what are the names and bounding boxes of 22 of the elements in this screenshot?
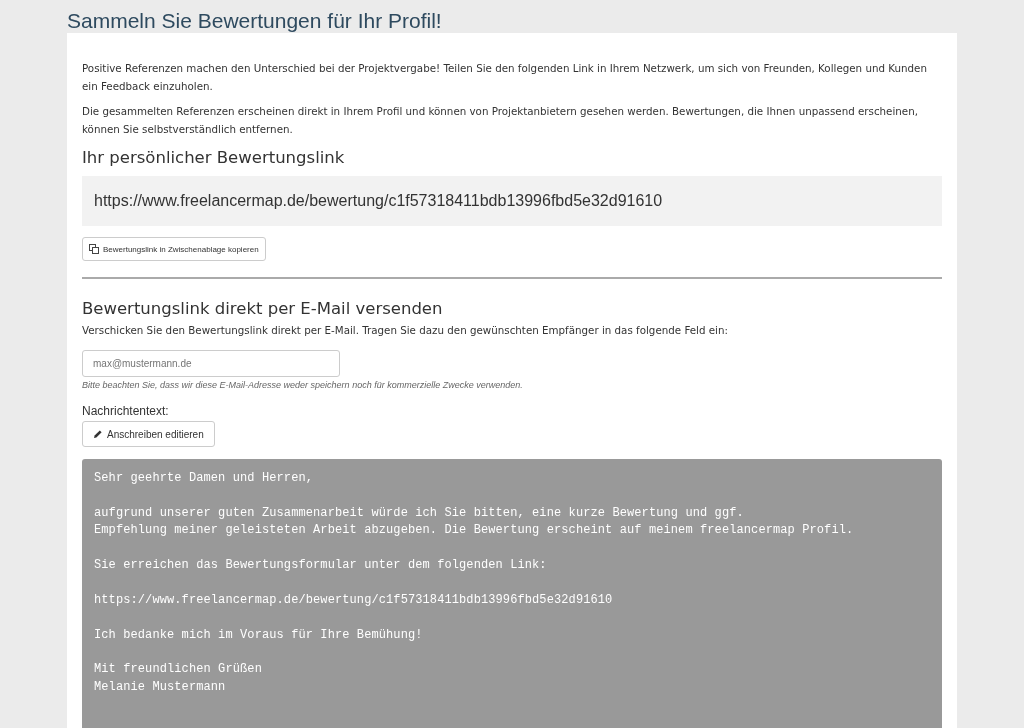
section-heading: Bewertungslink direkt per E-Mail versenden (82, 299, 444, 318)
copy-link-button[interactable]: Bewertungslink in Zwischenablage kopieren (82, 237, 266, 261)
intro-paragraph: Positive Referenzen machen den Unterschied bei der Projektvergabe! Teilen Sie den folgenden Link in Ihrem Netzwerk, um sich von Freunden, Kollegen und Kunden ein Feedback einzuholen. (82, 61, 928, 94)
message-line: Sehr geehrte Damen und Herren, (94, 470, 314, 487)
section-heading: Ihr persönlicher Bewertungslink (82, 148, 346, 167)
message-line: Empfehlung meiner geleisteten Arbeit abzugeben. Die Bewertung erscheint auf meinem freelancermap Profil. (94, 522, 854, 540)
message-line: Ich bedanke mich im Voraus für Ihre Bemühung! (94, 626, 423, 644)
email-description: Verschicken Sie den Bewertungslink direkt per E-Mail. Tragen Sie dazu den gewünschten Empfänger in das folgende Feld ein: (82, 324, 729, 336)
pencil-icon (93, 429, 103, 439)
message-line: aufgrund unserer guten Zusammenarbeit würde ich Sie bitten, eine kurze Bewertung und ggf. (94, 504, 744, 522)
message-line: Sie erreichen das Bewertungsformular unter dem folgenden Link: (94, 557, 547, 574)
message-label: Nachrichtentext: (82, 404, 170, 418)
rating-link[interactable]: https://www.freelancermap.de/bewertung/c1f57318411bdb13996fbd5e32d91610 (82, 176, 942, 226)
edit-letter-button[interactable]: Anschreiben editieren (82, 421, 215, 447)
privacy-note: Bitte beachten Sie, dass wir diese E-Mail-Adresse weder speichern noch für kommerzielle Zwecke verwenden. (82, 380, 524, 390)
message-line: Mit freundlichen Grüßen (94, 661, 262, 679)
email-field[interactable]: max@mustermann.de (82, 350, 340, 377)
copy-icon (89, 244, 99, 254)
page-title: Sammeln Sie Bewertungen für Ihr Profil! (67, 8, 443, 33)
message-line: Melanie Mustermann (94, 678, 226, 696)
intro-paragraph: Die gesammelten Referenzen erscheinen direkt in Ihrem Profil und können von Projektanbietern gesehen werden. Bewertungen, die Ihnen unpassend erscheinen, können Sie selbstverständlich entfernen. (82, 104, 919, 137)
message-line: https://www.freelancermap.de/bewertung/c1f57318411bdb13996fbd5e32d91610 (94, 591, 613, 609)
